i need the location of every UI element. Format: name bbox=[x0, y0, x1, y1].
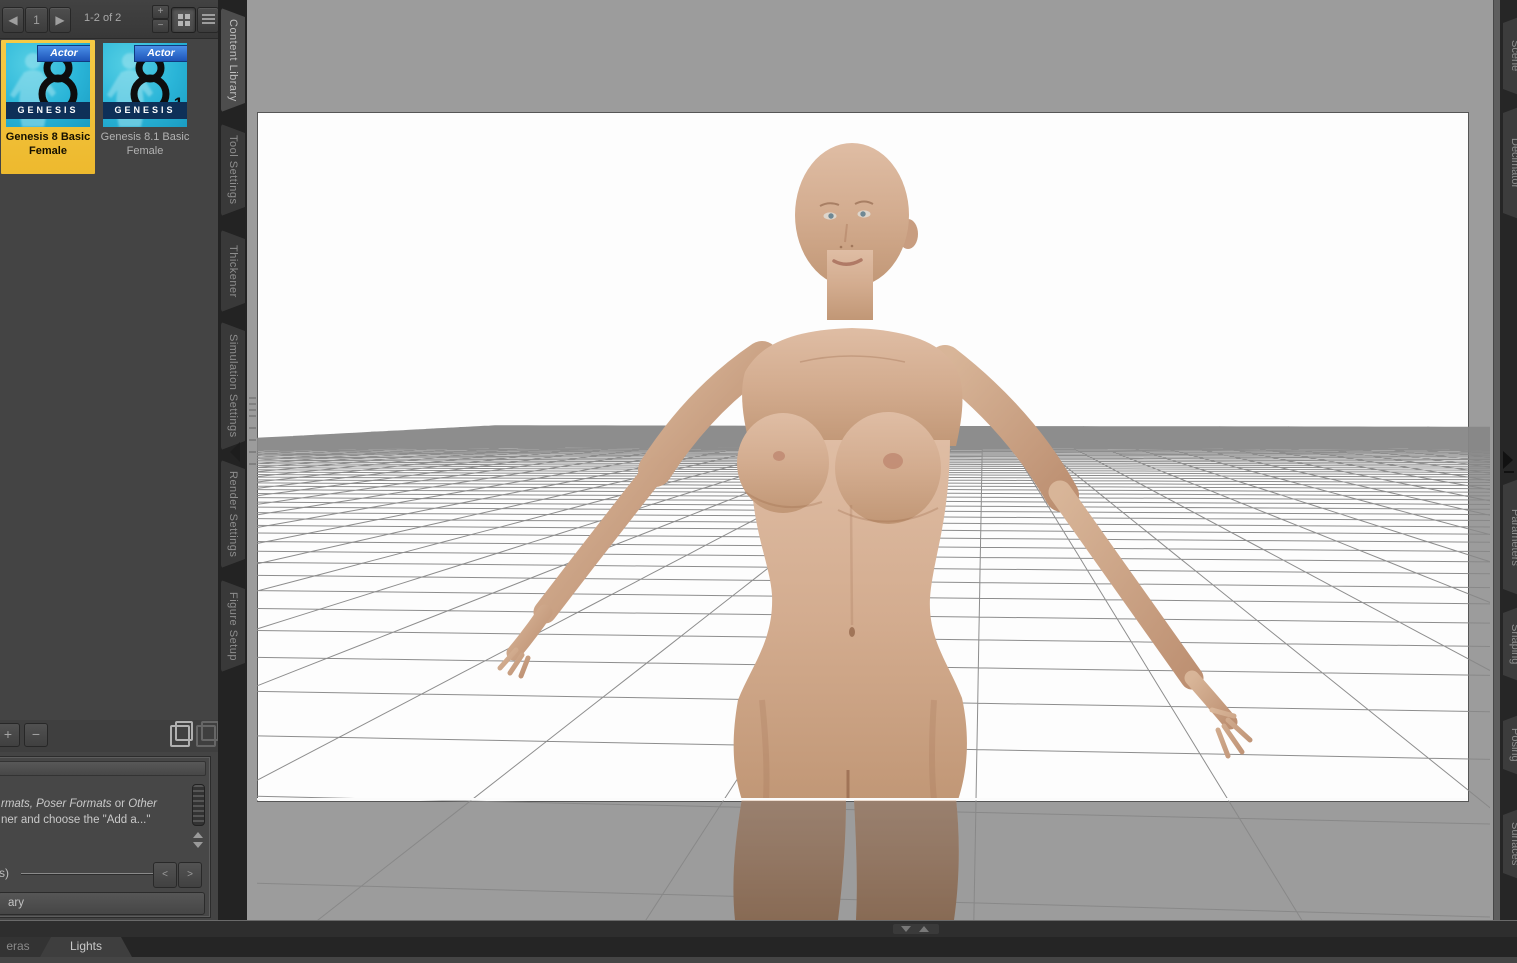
viewport-3d[interactable]: Perspective View Front bbox=[247, 0, 1493, 920]
figure-body[interactable] bbox=[497, 143, 1253, 920]
pane-grip[interactable] bbox=[249, 397, 256, 465]
slider-prev-button[interactable]: < bbox=[153, 862, 177, 888]
paste-page-icon[interactable] bbox=[196, 721, 219, 747]
remove-button[interactable]: − bbox=[24, 723, 48, 747]
figure-right-arm bbox=[928, 345, 1253, 759]
right-arrow-icon: ▶ bbox=[55, 13, 65, 27]
tab-shaping[interactable]: Shaping bbox=[1503, 604, 1517, 684]
actor-badge: Actor bbox=[37, 45, 90, 62]
backdrop-bottom-line bbox=[257, 798, 1467, 801]
library-item-genesis81[interactable]: .1 Actor GENESIS Genesis 8.1 BasicFemale bbox=[98, 40, 192, 174]
library-item-label: Genesis 8 Basic Female bbox=[5, 131, 91, 157]
genesis81-thumbnail: .1 Actor GENESIS bbox=[103, 43, 187, 127]
right-pane-expand-icon[interactable] bbox=[1501, 448, 1516, 474]
library-bottom-toolbar: + − bbox=[0, 720, 219, 752]
content-library-panel: ◀ 1 ▶ 1-2 of 2 + − Actor GENESIS Genesis… bbox=[0, 0, 219, 920]
content-hint-panel: rmats, Poser Formats or Other ner and ch… bbox=[0, 757, 210, 917]
left-pane-collapse-icon[interactable] bbox=[226, 440, 244, 464]
tab-render-settings[interactable]: Render Settings bbox=[221, 460, 245, 568]
collapse-down-icon bbox=[901, 926, 911, 932]
library-item-genesis8[interactable]: Actor GENESIS Genesis 8 Basic Female bbox=[1, 40, 95, 174]
slider-track[interactable] bbox=[21, 873, 156, 874]
scroll-up-icon[interactable] bbox=[193, 832, 203, 838]
tab-posing[interactable]: Posing bbox=[1503, 712, 1517, 778]
hint-scrollbar[interactable] bbox=[191, 784, 205, 858]
library-action-button[interactable]: ary bbox=[0, 892, 205, 915]
expand-up-icon bbox=[919, 926, 929, 932]
left-tab-strip: Content Library Tool Settings Thickener … bbox=[218, 0, 247, 963]
tab-decimator[interactable]: Decimator bbox=[1503, 104, 1517, 222]
tab-parameters[interactable]: Parameters bbox=[1503, 476, 1517, 598]
actor-badge: Actor bbox=[134, 45, 187, 62]
scrollbar-thumb[interactable] bbox=[192, 784, 205, 826]
page-range-label: 1-2 of 2 bbox=[84, 12, 122, 24]
prev-page-button[interactable]: ◀ bbox=[2, 7, 24, 33]
genesis-band: GENESIS bbox=[6, 102, 90, 119]
window-bottom-strip bbox=[0, 957, 1517, 963]
bottom-tab-row: eras Lights bbox=[0, 937, 1517, 957]
figure-dim-overlay bbox=[733, 801, 959, 920]
library-pager-bar: ◀ 1 ▶ 1-2 of 2 + − bbox=[0, 0, 219, 39]
grid-view-button[interactable] bbox=[171, 7, 196, 33]
right-tab-strip: Scene Decimator Parameters Shaping Posin… bbox=[1500, 0, 1517, 963]
library-item-label: Genesis 8.1 Basic Female bbox=[100, 131, 190, 157]
horizontal-splitter[interactable] bbox=[0, 920, 1517, 938]
figure-genesis8-female[interactable] bbox=[247, 0, 1493, 920]
hint-slider-row: s) < > bbox=[0, 860, 203, 888]
copy-pages-icon[interactable] bbox=[170, 721, 193, 747]
page-number-field[interactable]: 1 bbox=[25, 7, 48, 33]
tab-simulation-settings[interactable]: Simulation Settings bbox=[221, 322, 245, 450]
thumb-size-increase-button[interactable]: + bbox=[152, 5, 169, 19]
left-arrow-icon: ◀ bbox=[8, 13, 18, 27]
tab-lights[interactable]: Lights bbox=[40, 937, 132, 957]
tab-figure-setup[interactable]: Figure Setup bbox=[221, 580, 245, 672]
tab-content-library[interactable]: Content Library bbox=[221, 8, 245, 112]
genesis8-thumbnail: Actor GENESIS bbox=[6, 43, 90, 127]
scroll-down-icon[interactable] bbox=[193, 842, 203, 848]
grid-view-icon bbox=[177, 14, 190, 26]
splitter-handle[interactable] bbox=[893, 924, 939, 934]
hint-text: rmats, Poser Formats or Other ner and ch… bbox=[1, 798, 157, 826]
thumb-size-decrease-button[interactable]: − bbox=[152, 19, 169, 33]
genesis-band: GENESIS bbox=[103, 102, 187, 119]
list-view-icon bbox=[201, 14, 215, 26]
tab-tool-settings[interactable]: Tool Settings bbox=[221, 124, 245, 216]
slider-next-button[interactable]: > bbox=[178, 862, 202, 888]
slider-label: s) bbox=[0, 866, 9, 880]
list-view-button[interactable] bbox=[197, 7, 219, 33]
figure-left-arm bbox=[497, 341, 779, 679]
add-button[interactable]: + bbox=[0, 723, 20, 747]
tab-surfaces[interactable]: Surfaces bbox=[1503, 806, 1517, 882]
next-page-button[interactable]: ▶ bbox=[49, 7, 71, 33]
hint-panel-header[interactable] bbox=[0, 761, 206, 776]
tab-scene[interactable]: Scene bbox=[1503, 14, 1517, 98]
tab-thickener[interactable]: Thickener bbox=[221, 230, 245, 312]
